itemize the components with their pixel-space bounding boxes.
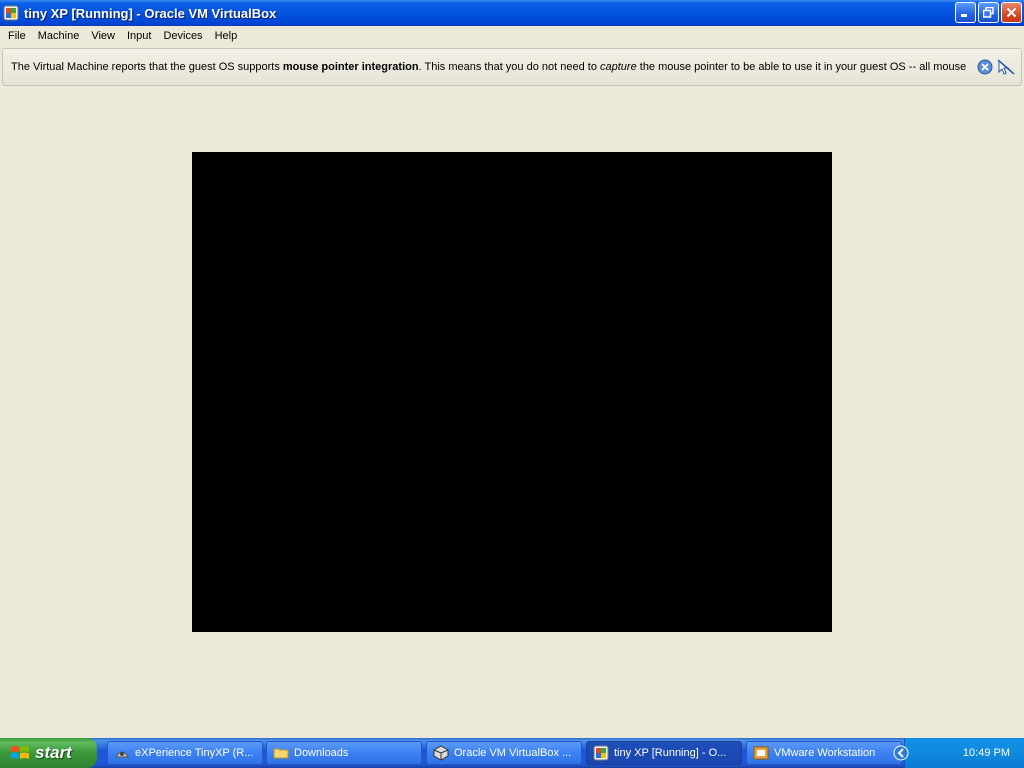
- vm-display[interactable]: [192, 152, 832, 632]
- taskbar-button-tinyxp-running[interactable]: tiny XP [Running] - O...: [586, 741, 742, 765]
- banner-text-3: the mouse pointer to be able to use it i…: [636, 61, 967, 73]
- taskbar-button-downloads[interactable]: Downloads: [266, 741, 422, 765]
- window-title: tiny XP [Running] - Oracle VM VirtualBox: [24, 5, 277, 21]
- expand-tray-icon[interactable]: [893, 745, 909, 764]
- menu-machine[interactable]: Machine: [32, 26, 86, 46]
- system-tray: 10:49 PM: [893, 738, 1024, 768]
- restore-button[interactable]: [978, 2, 999, 23]
- taskbar-button-virtualbox[interactable]: Oracle VM VirtualBox ...: [426, 741, 582, 765]
- menu-view[interactable]: View: [85, 26, 121, 46]
- windows-flag-icon: [10, 744, 30, 762]
- window-controls: [955, 2, 1022, 23]
- taskbar-button-tinyxp[interactable]: eXPerience TinyXP (R...: [107, 741, 263, 765]
- mouse-integration-icon[interactable]: [997, 59, 1015, 78]
- taskbar-button-label: eXPerience TinyXP (R...: [135, 747, 254, 759]
- title-bar[interactable]: tiny XP [Running] - Oracle VM VirtualBox: [0, 0, 1024, 26]
- banner-text-2: . This means that you do not need to: [418, 61, 600, 73]
- banner-bold-text: mouse pointer integration: [282, 61, 419, 73]
- clock[interactable]: 10:49 PM: [963, 747, 1010, 759]
- banner-italic-text: capture: [600, 61, 637, 73]
- mouse-integration-banner: The Virtual Machine reports that the gue…: [2, 48, 1022, 86]
- folder-icon: [273, 745, 289, 761]
- vm-window-icon: [593, 745, 609, 761]
- taskbar-button-label: Downloads: [294, 747, 349, 759]
- taskbar-button-label: tiny XP [Running] - O...: [614, 747, 727, 759]
- restore-icon: [983, 7, 994, 18]
- banner-message: The Virtual Machine reports that the gue…: [11, 61, 971, 73]
- minimize-button[interactable]: [955, 2, 976, 23]
- close-button[interactable]: [1001, 2, 1022, 23]
- close-banner-icon[interactable]: [977, 59, 993, 78]
- taskbar-button-vmware[interactable]: VMware Workstation: [746, 741, 902, 765]
- menu-bar: File Machine View Input Devices Help: [0, 26, 1024, 46]
- start-label: start: [35, 743, 72, 762]
- tinyxp-icon: [114, 745, 130, 761]
- taskbar-button-label: VMware Workstation: [774, 747, 876, 759]
- menu-input[interactable]: Input: [121, 26, 157, 46]
- menu-file[interactable]: File: [0, 26, 32, 46]
- virtualbox-window-icon[interactable]: [3, 5, 19, 21]
- banner-actions: [977, 59, 1015, 78]
- close-icon: [1006, 7, 1017, 18]
- taskbar-button-label: Oracle VM VirtualBox ...: [454, 747, 572, 759]
- menu-help[interactable]: Help: [209, 26, 244, 46]
- menu-devices[interactable]: Devices: [157, 26, 208, 46]
- virtualbox-icon: [433, 745, 449, 761]
- start-button[interactable]: start: [0, 738, 97, 768]
- taskbar: start eXPerience TinyXP (R... Downloads …: [0, 738, 1024, 768]
- banner-text-1: The Virtual Machine reports that the gue…: [11, 61, 283, 73]
- vmware-icon: [753, 745, 769, 761]
- minimize-icon: [961, 14, 967, 17]
